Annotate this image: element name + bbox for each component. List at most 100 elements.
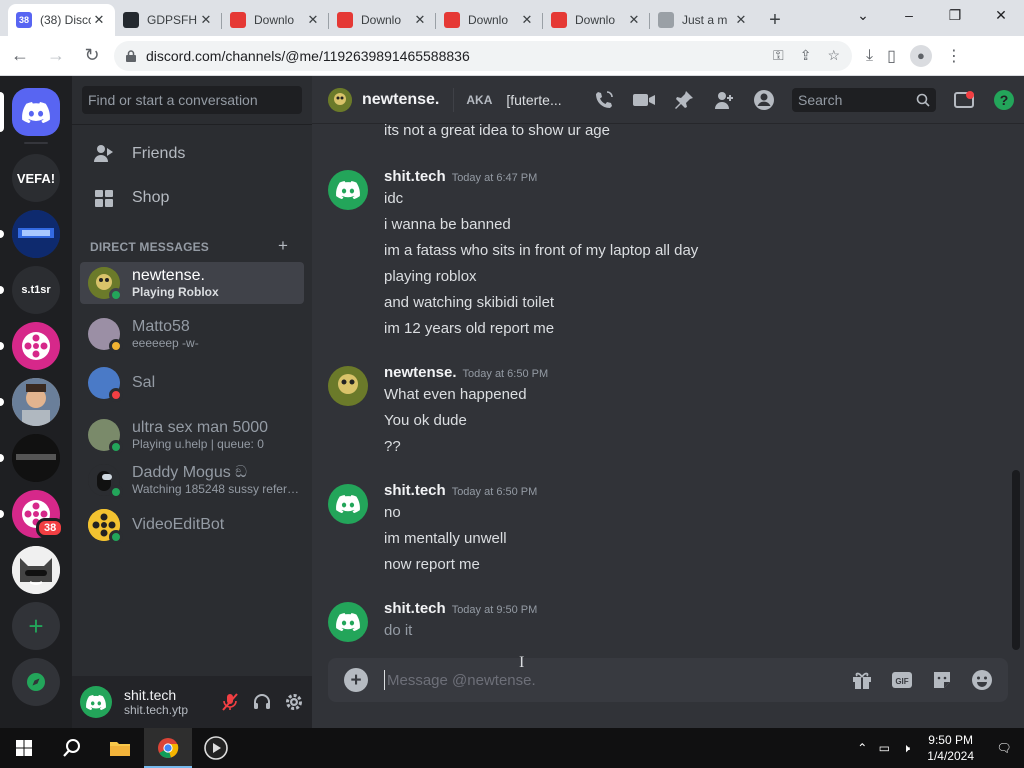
restore-button[interactable]: ❐ (932, 0, 978, 30)
taskbar-search-button[interactable] (48, 728, 96, 768)
dm-item[interactable]: VideoEditBot (80, 504, 304, 546)
add-friends-to-dm-icon[interactable] (712, 88, 736, 112)
message-avatar[interactable] (328, 602, 368, 642)
browser-tab[interactable]: Downlo ✕ (222, 4, 329, 36)
browser-tab[interactable]: Downlo ✕ (436, 4, 543, 36)
header-avatar[interactable] (328, 87, 352, 112)
clock-date: 1/4/2024 (927, 749, 974, 763)
key-icon[interactable]: ⚿ (773, 47, 784, 64)
browser-menu-icon[interactable]: ⋮ (946, 46, 962, 66)
add-server-button[interactable]: + (12, 602, 60, 650)
explore-servers-button[interactable] (12, 658, 60, 706)
find-conversation-button[interactable]: Find or start a conversation (82, 86, 302, 114)
tab-close-icon[interactable]: ✕ (305, 12, 321, 28)
shop-nav[interactable]: Shop (80, 177, 304, 219)
search-icon (63, 739, 80, 757)
server-icon[interactable] (12, 322, 60, 370)
show-hidden-icons[interactable]: ⌃ (851, 741, 873, 755)
message-text: i wanna be banned (384, 216, 511, 233)
reload-button[interactable]: ↻ (76, 40, 108, 72)
server-icon[interactable]: VEFA! (12, 154, 60, 202)
video-call-icon[interactable] (632, 88, 656, 112)
dm-item[interactable]: Matto58 eeeeeep -w- (80, 313, 304, 355)
user-profile-icon[interactable] (752, 88, 776, 112)
user-avatar[interactable] (80, 686, 112, 718)
message-avatar[interactable] (328, 170, 368, 210)
pinned-messages-icon[interactable] (672, 88, 696, 112)
dm-item[interactable]: newtense. Playing Roblox (80, 262, 304, 304)
browser-tab[interactable]: Just a m ✕ (650, 4, 757, 36)
gif-icon[interactable]: GIF (890, 668, 914, 692)
close-window-button[interactable]: ✕ (978, 0, 1024, 30)
upload-button[interactable]: + (344, 668, 368, 692)
create-dm-button[interactable]: + (278, 236, 288, 256)
dm-item[interactable]: Sal (80, 362, 304, 404)
server-icon[interactable] (12, 546, 60, 594)
share-icon[interactable]: ⇪ (800, 47, 812, 64)
message-scrollbar[interactable] (1012, 470, 1020, 650)
clock[interactable]: 9:50 PM 1/4/2024 (917, 732, 984, 764)
help-icon[interactable]: ? (992, 88, 1016, 112)
settings-gear-icon[interactable] (284, 692, 304, 712)
author-name[interactable]: shit.tech (384, 482, 446, 499)
tab-close-icon[interactable]: ✕ (626, 12, 642, 28)
message-author[interactable]: shit.tech Today at 6:50 PM (384, 482, 537, 499)
message-avatar[interactable] (328, 366, 368, 406)
tab-close-icon[interactable]: ✕ (733, 12, 749, 28)
media-player-button[interactable] (192, 728, 240, 768)
mute-mic-icon[interactable] (220, 692, 240, 712)
forward-button[interactable]: → (40, 40, 72, 72)
inbox-icon[interactable] (952, 88, 976, 112)
discord-home-button[interactable] (12, 88, 60, 136)
download-icon[interactable]: ⤓ (866, 47, 873, 65)
start-button[interactable] (0, 728, 48, 768)
new-tab-button[interactable]: + (757, 4, 793, 36)
aka-value[interactable]: [futerte... (506, 92, 561, 108)
dm-item[interactable]: ultra sex man 5000 Playing u.help | queue… (80, 414, 304, 456)
server-icon[interactable] (12, 378, 60, 426)
message-timestamp: Today at 6:47 PM (451, 172, 538, 184)
friends-nav[interactable]: Friends (80, 133, 304, 175)
bookmark-star-icon[interactable]: ☆ (827, 47, 840, 64)
tab-search-icon[interactable]: ⌄ (840, 0, 886, 30)
back-button[interactable]: ← (4, 40, 36, 72)
gift-icon[interactable] (850, 668, 874, 692)
server-image (12, 546, 60, 594)
tab-close-icon[interactable]: ✕ (91, 12, 107, 28)
author-name[interactable]: shit.tech (384, 168, 446, 185)
browser-tab[interactable]: GDPSFH ✕ (115, 4, 222, 36)
message-author[interactable]: shit.tech Today at 6:47 PM (384, 168, 537, 185)
message-text: im a fatass who sits in front of my lapt… (384, 242, 699, 259)
sticker-icon[interactable] (930, 668, 954, 692)
message-author[interactable]: newtense. Today at 6:50 PM (384, 364, 548, 381)
message-author[interactable]: shit.tech Today at 9:50 PM (384, 600, 537, 617)
browser-tab[interactable]: Downlo ✕ (329, 4, 436, 36)
server-icon[interactable] (12, 434, 60, 482)
server-icon[interactable]: s.t1sr (12, 266, 60, 314)
unread-indicator (0, 454, 4, 462)
tab-close-icon[interactable]: ✕ (412, 12, 428, 28)
tab-close-icon[interactable]: ✕ (198, 12, 214, 28)
network-icon[interactable]: ▭ (873, 741, 895, 755)
file-explorer-button[interactable] (96, 728, 144, 768)
browser-tab[interactable]: Downlo ✕ (543, 4, 650, 36)
emoji-icon[interactable] (970, 668, 994, 692)
volume-muted-icon[interactable]: 🕨 (895, 741, 917, 756)
dm-item[interactable]: Daddy Mogus ඞ Watching 185248 sussy refer… (80, 459, 304, 501)
browser-tab[interactable]: 38 (38) Disco ✕ (8, 4, 115, 36)
message-avatar[interactable] (328, 484, 368, 524)
notifications-icon[interactable]: 🗨 (984, 741, 1024, 755)
profile-icon[interactable]: ● (909, 44, 932, 67)
side-panel-icon[interactable]: ▯ (887, 46, 896, 66)
chrome-taskbar-button[interactable] (144, 728, 192, 768)
address-bar[interactable]: discord.com/channels/@me/119263989146558… (114, 40, 852, 71)
author-name[interactable]: shit.tech (384, 600, 446, 617)
voice-call-icon[interactable] (592, 88, 616, 112)
tab-close-icon[interactable]: ✕ (519, 12, 535, 28)
chat-search-input[interactable]: Search (792, 88, 936, 112)
server-icon[interactable] (12, 210, 60, 258)
headphones-icon[interactable] (252, 692, 272, 712)
author-name[interactable]: newtense. (384, 364, 457, 381)
message-input[interactable]: Message @newtense. (387, 672, 536, 689)
minimize-button[interactable]: – (886, 0, 932, 30)
